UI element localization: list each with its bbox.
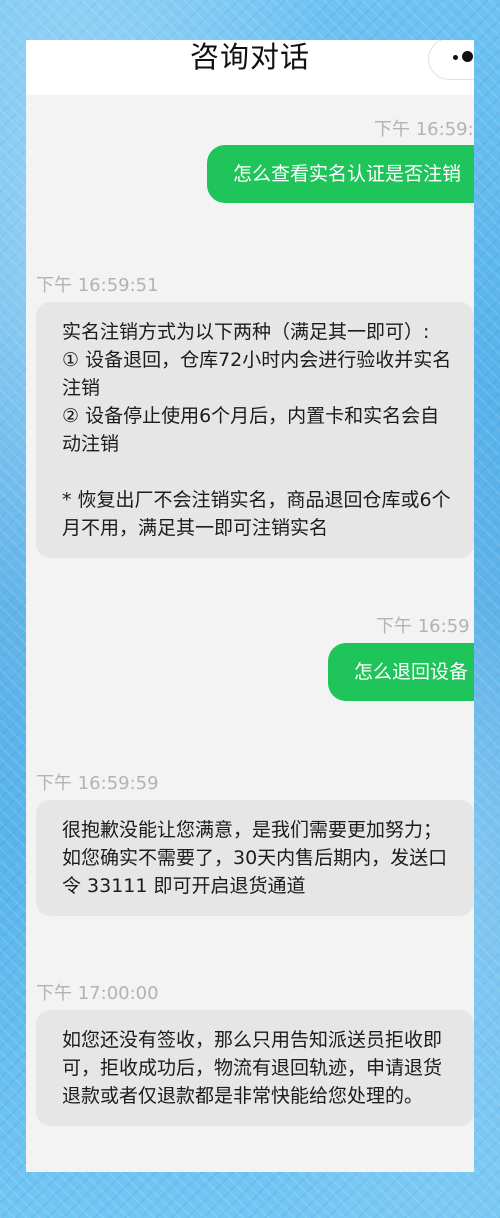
message-timestamp: 下午 16:59:51 (36, 275, 159, 296)
message-timestamp: 下午 16:59:59 (36, 773, 159, 794)
nav-bar: 咨询对话 (26, 40, 474, 95)
message-text: 很抱歉没能让您满意，是我们需要更加努力；如您确实不需要了，30天内售后期内，发送… (62, 819, 448, 897)
message-line: 实名注销方式为以下两种（满足其一即可）: (62, 321, 430, 343)
incoming-message-bubble[interactable]: 实名注销方式为以下两种（满足其一即可）: ① 设备退回，仓库72小时内会进行验收… (36, 302, 474, 558)
message-line: ① 设备退回，仓库72小时内会进行验收并实名注销 (62, 349, 452, 399)
message-timestamp: 下午 16:59 (376, 616, 470, 637)
message-note: * 恢复出厂不会注销实名，商品退回仓库或6个月不用，满足其一即可注销实名 (62, 489, 451, 539)
chat-screen: 咨询对话 下午 16:59: 怎么查看实名认证是否注销 下午 16:59:51 … (26, 40, 474, 1172)
page-title: 咨询对话 (189, 40, 310, 74)
incoming-message-bubble[interactable]: 如您还没有签收，那么只用告知派送员拒收即可，拒收成功后，物流有退回轨迹，申请退货… (36, 1010, 474, 1126)
message-timestamp: 下午 17:00:00 (36, 983, 159, 1004)
more-dot-small-icon (453, 55, 458, 60)
more-menu-button[interactable] (428, 40, 474, 80)
message-timestamp: 下午 16:59: (374, 119, 474, 140)
message-line: ② 设备停止使用6个月后，内置卡和实名会自动注销 (62, 405, 440, 455)
outgoing-message-bubble[interactable]: 怎么查看实名认证是否注销 (207, 145, 474, 203)
more-dot-large-icon (462, 51, 473, 62)
incoming-message-bubble[interactable]: 很抱歉没能让您满意，是我们需要更加努力；如您确实不需要了，30天内售后期内，发送… (36, 800, 474, 916)
outgoing-message-bubble[interactable]: 怎么退回设备 (328, 643, 474, 701)
message-text: 如您还没有签收，那么只用告知派送员拒收即可，拒收成功后，物流有退回轨迹，申请退货… (62, 1029, 443, 1107)
